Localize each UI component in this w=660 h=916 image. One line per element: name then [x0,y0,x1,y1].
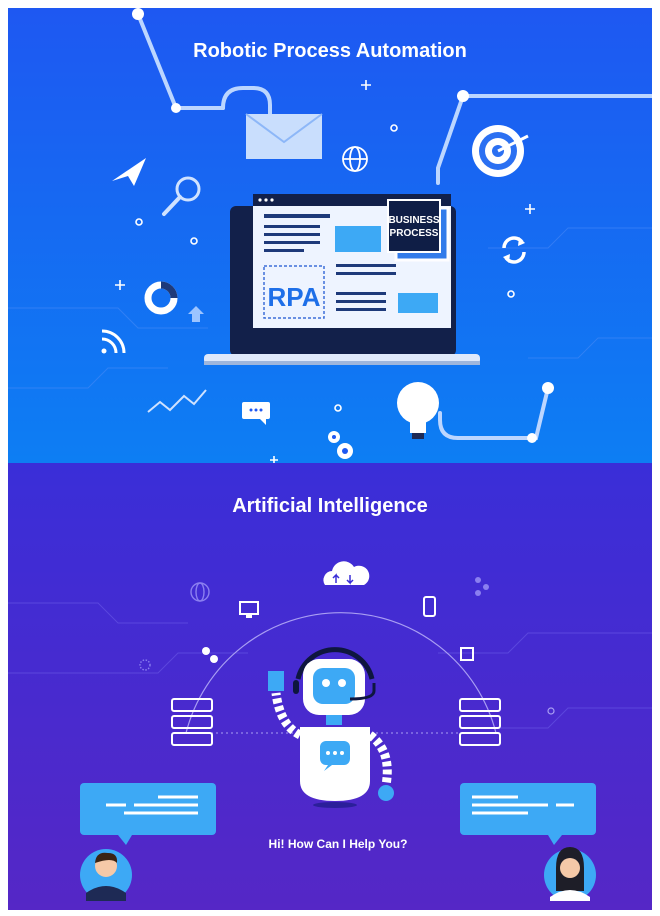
user-avatar-icon [80,849,132,901]
rpa-title: Robotic Process Automation [193,40,467,62]
rpa-badge: RPA [268,282,321,312]
business-process-label-1: BUSINESS [388,215,439,226]
laptop-icon: RPA BUSINESS PROCESS [204,194,480,365]
ai-illustration: Hi! How Can I Help You? [8,463,652,910]
business-process-label-2: PROCESS [390,228,439,239]
ai-title: Artificial Intelligence [232,495,428,517]
rpa-panel: RPA BUSINESS PROCESS Robotic Process Aut… [8,8,652,463]
ai-panel: Hi! How Can I Help You? Artificial Intel… [8,463,652,910]
envelope-icon [245,113,323,159]
rpa-illustration: RPA BUSINESS PROCESS [8,8,652,463]
robot-speech-text: Hi! How Can I Help You? [269,837,408,851]
